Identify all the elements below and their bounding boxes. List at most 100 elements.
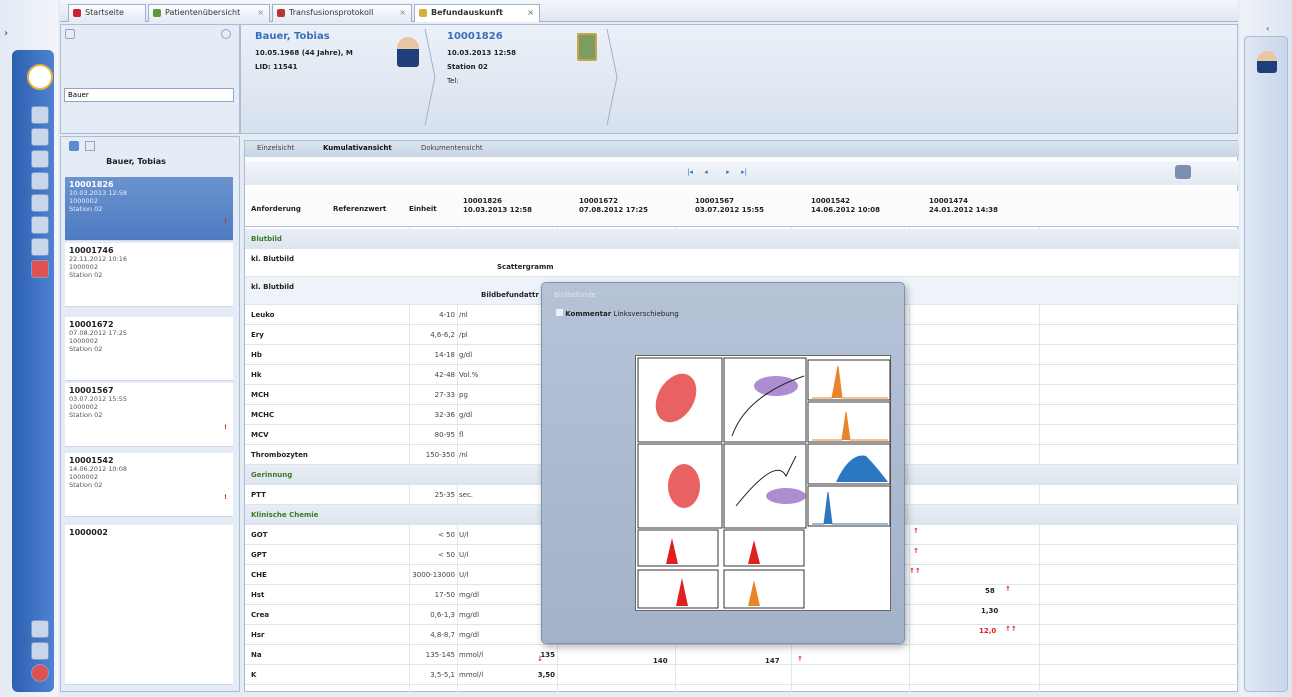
nav-button-4[interactable] [31, 172, 49, 190]
row-unit: mg/dl [459, 591, 480, 599]
nav-button-1[interactable] [31, 106, 49, 124]
image-findings-dialog[interactable]: Bildbefunde Kommentar Linksverschiebung [541, 282, 905, 644]
left-nav-strip [12, 50, 54, 692]
patient-search-input[interactable] [64, 88, 234, 102]
row-value: 3,50 [537, 671, 555, 679]
refresh-icon[interactable] [69, 141, 79, 151]
row-label: Hst [251, 591, 265, 599]
dialog-title: Bildbefunde [554, 291, 596, 299]
tab-transfusionsprotokoll[interactable]: Transfusionsprotokoll × [272, 4, 412, 22]
first-page-button[interactable]: |◂ [685, 168, 695, 178]
row-reference: 135-145 [425, 651, 455, 659]
clipboard-icon [577, 33, 597, 61]
home-icon [73, 9, 81, 17]
user-tool-icon[interactable] [31, 642, 49, 660]
case-item[interactable]: 1000002 [65, 525, 233, 685]
row-unit: /pl [459, 331, 468, 339]
arrow-up-double-icon: ↑↑ [1005, 625, 1017, 633]
row-unit: /nl [459, 451, 468, 459]
collapse-right-icon[interactable]: ‹ [1266, 24, 1269, 33]
row-reference: 14-18 [434, 351, 455, 359]
clear-icon[interactable] [221, 29, 231, 39]
col-referenzwert: Referenzwert [333, 205, 387, 213]
row-label: CHE [251, 571, 267, 579]
tab-startseite[interactable]: Startseite [68, 4, 146, 22]
close-icon[interactable]: × [527, 5, 534, 21]
arrow-up-icon: ↑ [797, 655, 803, 663]
collapse-left-icon[interactable]: › [4, 28, 24, 42]
print-icon[interactable] [1175, 165, 1191, 179]
arrow-up-icon: ↑ [913, 547, 919, 555]
table-row[interactable]: Na 135-145 mmol/l 135 [245, 645, 1239, 665]
filter-icon[interactable] [85, 141, 95, 151]
tab-einzelsicht[interactable]: Einzelsicht [257, 144, 294, 152]
row-reference: 32-36 [434, 411, 455, 419]
nav-button-6[interactable] [31, 216, 49, 234]
case-item[interactable]: 10001672 07.08.2012 17:25 1000002 Statio… [65, 317, 233, 381]
row-reference: 4,6-6,2 [430, 331, 455, 339]
col-case-2[interactable]: 10001672 07.08.2012 17:25 [579, 197, 648, 215]
row-unit: mg/dl [459, 611, 480, 619]
row-unit: Vol.% [459, 371, 479, 379]
patient-name: Bauer, Tobias [255, 31, 330, 42]
tab-bar: Startseite Patientenübersicht × Transfusi… [60, 0, 1238, 22]
nav-button-8[interactable] [31, 260, 49, 278]
search-icon[interactable] [65, 29, 75, 39]
bildbefund-link[interactable]: Bildbefundattr [481, 291, 539, 299]
row-reference: 42-48 [434, 371, 455, 379]
pager: |◂ ◂ ▸ ▸| [245, 161, 1239, 185]
row-label: Hsr [251, 631, 265, 639]
nav-button-2[interactable] [31, 128, 49, 146]
tab-patientenuebersicht[interactable]: Patientenübersicht × [148, 4, 270, 22]
case-item[interactable]: 10001567 03.07.2012 15:55 1000002 Statio… [65, 383, 233, 447]
flag-icon: ! [224, 217, 227, 225]
row-label: K [251, 671, 257, 679]
tab-kumulativansicht[interactable]: Kumulativansicht [323, 144, 392, 152]
settings-tool-icon[interactable] [31, 620, 49, 638]
scattergramm-link[interactable]: Scattergramm [497, 263, 554, 271]
col-case-1[interactable]: 10001826 10.03.2013 12:58 [463, 197, 532, 215]
close-icon[interactable]: × [257, 5, 264, 21]
blood-icon [277, 9, 285, 17]
table-header: Anforderung Referenzwert Einheit 1000182… [245, 191, 1239, 227]
row-label: Ery [251, 331, 264, 339]
case-item[interactable]: 10001542 14.06.2012 10:08 1000002 Statio… [65, 453, 233, 517]
row-label: Crea [251, 611, 270, 619]
patient-lid: LID: 11541 [255, 63, 298, 71]
row-label: Leuko [251, 311, 275, 319]
search-panel [60, 24, 240, 134]
user-avatar-icon[interactable] [1257, 51, 1277, 73]
tab-dokumentensicht[interactable]: Dokumentensicht [421, 144, 483, 152]
nav-button-3[interactable] [31, 150, 49, 168]
row-label: GOT [251, 531, 268, 539]
case-item[interactable]: 10001746 22.11.2012 10:16 1000002 Statio… [65, 243, 233, 307]
case-id: 10001826 [447, 31, 503, 42]
row-label: PTT [251, 491, 266, 499]
patient-header: Bauer, Tobias 10.05.1968 (44 Jahre), M L… [240, 24, 1238, 134]
arrow-up-double-icon: ↑↑ [909, 567, 921, 575]
power-icon[interactable] [31, 664, 49, 682]
section-blutbild[interactable]: Blutbild [245, 229, 1239, 249]
col-case-4[interactable]: 10001542 14.06.2012 10:08 [811, 197, 880, 215]
scattergram-svg [637, 357, 891, 609]
patient-dob: 10.05.1968 (44 Jahre), M [255, 49, 353, 57]
nav-button-5[interactable] [31, 194, 49, 212]
nav-button-7[interactable] [31, 238, 49, 256]
last-page-button[interactable]: ▸| [739, 168, 749, 178]
row-unit: pg [459, 391, 468, 399]
befund-app-button[interactable] [27, 64, 53, 90]
row-unit: sec. [459, 491, 474, 499]
flag-icon: ! [224, 423, 227, 431]
next-page-button[interactable]: ▸ [723, 168, 733, 178]
tab-befundauskunft[interactable]: Befundauskunft × [414, 4, 540, 22]
value-crea-5: 1,30 [981, 607, 999, 615]
col-case-5[interactable]: 10001474 24.01.2012 14:38 [929, 197, 998, 215]
table-row[interactable]: K 3,5-5,1 mmol/l 3,50 [245, 665, 1239, 685]
case-station: Station 02 [447, 63, 488, 71]
col-case-3[interactable]: 10001567 03.07.2012 15:55 [695, 197, 764, 215]
expand-icon[interactable] [556, 309, 563, 316]
arrow-down-icon: ↓ [537, 655, 543, 663]
case-item-selected[interactable]: 10001826 10.03.2013 12:58 1000002 Statio… [65, 177, 233, 241]
prev-page-button[interactable]: ◂ [701, 168, 711, 178]
close-icon[interactable]: × [399, 5, 406, 21]
